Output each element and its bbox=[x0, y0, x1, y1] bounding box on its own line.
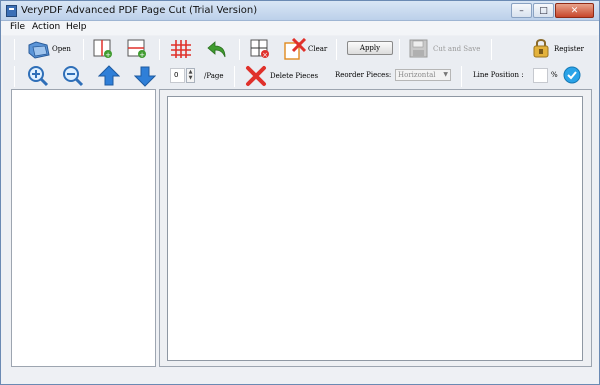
menu-help[interactable]: Help bbox=[66, 22, 87, 32]
menu-bar: File Action Help bbox=[1, 21, 599, 35]
cut-and-save-button[interactable]: Cut and Save bbox=[409, 37, 485, 61]
svg-text:×: × bbox=[262, 51, 268, 59]
reorder-selected-value: Horizontal bbox=[398, 71, 436, 79]
title-bar: VeryPDF Advanced PDF Page Cut (Trial Ver… bbox=[1, 1, 599, 21]
toolbar-separator bbox=[239, 39, 240, 60]
reorder-pieces-label: Reorder Pieces: bbox=[335, 71, 392, 79]
confirm-check-icon[interactable] bbox=[563, 66, 581, 84]
window-controls: – □ ✕ bbox=[511, 3, 594, 18]
thumbnail-panel[interactable] bbox=[11, 89, 156, 367]
zoom-in-icon[interactable] bbox=[27, 65, 49, 87]
toolbar-separator bbox=[83, 39, 84, 60]
zoom-out-icon[interactable] bbox=[62, 65, 84, 87]
line-position-label: Line Position : bbox=[473, 71, 524, 79]
toolbar-separator bbox=[491, 39, 492, 60]
toolbar-separator bbox=[336, 39, 337, 60]
next-page-arrow-icon[interactable] bbox=[134, 65, 156, 87]
maximize-button[interactable]: □ bbox=[533, 3, 554, 18]
grid-cut-icon[interactable] bbox=[170, 39, 192, 59]
add-vertical-line-icon[interactable]: + bbox=[127, 39, 147, 59]
window-title: VeryPDF Advanced PDF Page Cut (Trial Ver… bbox=[21, 5, 258, 16]
open-button[interactable]: Open bbox=[25, 38, 75, 60]
page-suffix-label: /Page bbox=[204, 72, 224, 80]
toolbar-separator bbox=[234, 66, 235, 87]
percent-label: % bbox=[551, 71, 558, 79]
page-view-panel bbox=[159, 89, 592, 367]
menu-action[interactable]: Action bbox=[32, 22, 60, 32]
line-position-input[interactable] bbox=[533, 68, 548, 83]
dropdown-arrow-icon: ▼ bbox=[443, 71, 448, 78]
toolbar-separator bbox=[14, 66, 15, 87]
page-canvas[interactable] bbox=[167, 96, 583, 361]
toolbar-separator bbox=[159, 39, 160, 60]
page-number-input[interactable]: 0 bbox=[170, 68, 185, 83]
lock-icon bbox=[533, 39, 549, 58]
clear-label: Clear bbox=[308, 45, 328, 53]
delete-x-icon bbox=[246, 66, 266, 86]
app-window: VeryPDF Advanced PDF Page Cut (Trial Ver… bbox=[0, 0, 600, 385]
apply-button[interactable]: Apply bbox=[347, 41, 393, 55]
delete-pieces-button[interactable]: Delete Pieces bbox=[245, 64, 327, 88]
clear-button[interactable]: Clear bbox=[283, 37, 329, 61]
open-folder-icon bbox=[28, 41, 50, 59]
main-toolbar: Open + + × Clear Apply Cut and Save Regi… bbox=[3, 36, 597, 63]
svg-text:+: + bbox=[105, 51, 111, 59]
open-label: Open bbox=[52, 45, 71, 53]
toolbar-separator bbox=[461, 66, 462, 87]
cut-and-save-label: Cut and Save bbox=[433, 45, 481, 53]
toolbar-separator bbox=[14, 39, 15, 60]
close-button[interactable]: ✕ bbox=[555, 3, 594, 18]
register-label: Register bbox=[554, 45, 585, 53]
delete-pieces-label: Delete Pieces bbox=[270, 72, 319, 80]
minimize-button[interactable]: – bbox=[511, 3, 532, 18]
page-spinner[interactable]: ▲ ▼ bbox=[186, 68, 195, 83]
toolbar-separator bbox=[399, 39, 400, 60]
delete-line-icon[interactable]: × bbox=[250, 39, 270, 59]
spin-down-icon[interactable]: ▼ bbox=[187, 75, 194, 81]
clear-icon bbox=[284, 38, 307, 60]
reorder-pieces-select[interactable]: Horizontal ▼ bbox=[395, 69, 451, 81]
svg-text:+: + bbox=[139, 51, 145, 59]
menu-file[interactable]: File bbox=[10, 22, 25, 32]
view-toolbar: 0 ▲ ▼ /Page Delete Pieces Reorder Pieces… bbox=[3, 63, 597, 90]
save-disk-icon bbox=[409, 39, 428, 58]
add-horizontal-line-icon[interactable]: + bbox=[93, 39, 113, 59]
register-button[interactable]: Register bbox=[532, 36, 590, 61]
undo-icon[interactable] bbox=[206, 39, 228, 59]
app-icon bbox=[6, 5, 17, 17]
previous-page-arrow-icon[interactable] bbox=[98, 65, 120, 87]
